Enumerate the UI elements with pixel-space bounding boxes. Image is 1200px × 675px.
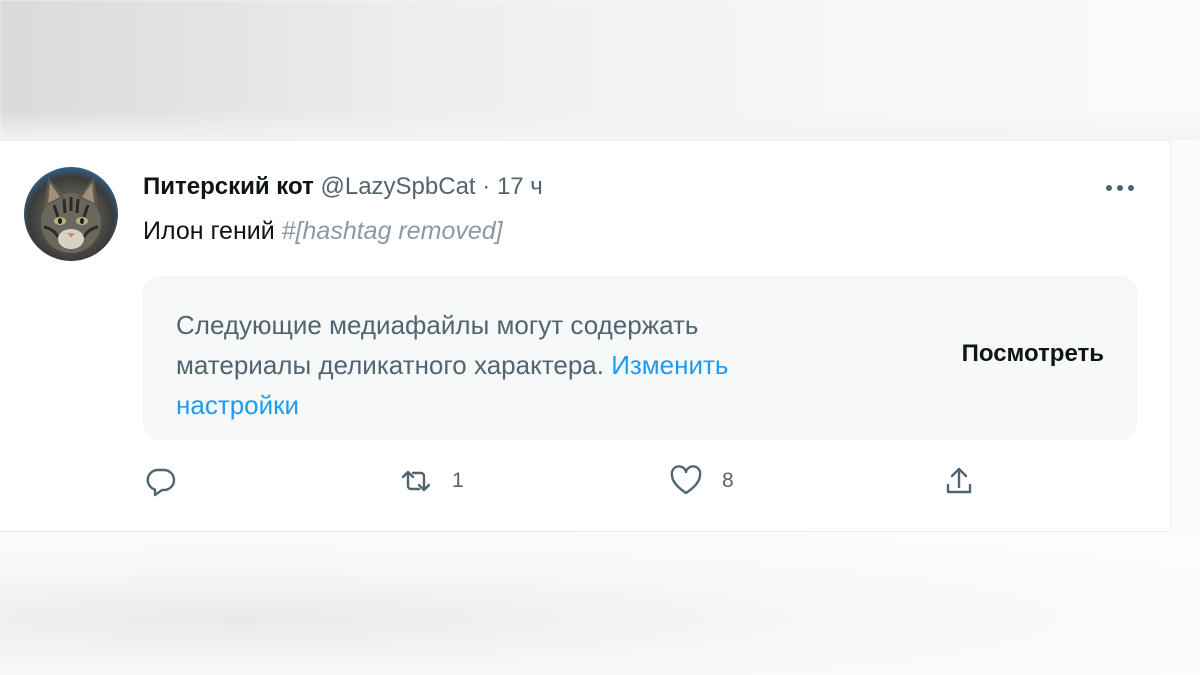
- share-button[interactable]: [941, 463, 977, 499]
- tweet-text: Илон гений #[hashtag removed]: [143, 217, 503, 246]
- user-handle[interactable]: @LazySpbCat: [320, 173, 475, 200]
- blurred-background-bottom: [0, 535, 1200, 675]
- retweet-button[interactable]: 1: [398, 463, 464, 499]
- heart-icon: [668, 463, 704, 499]
- view-media-button[interactable]: Посмотреть: [962, 340, 1104, 368]
- blurred-background-top: [0, 0, 1200, 140]
- reply-icon: [143, 463, 179, 499]
- separator-dot: ·: [482, 173, 491, 200]
- like-count: 8: [722, 469, 734, 492]
- more-horizontal-icon: [1102, 170, 1138, 206]
- avatar[interactable]: [24, 167, 118, 261]
- retweet-count: 1: [452, 469, 464, 492]
- tweet-header: Питерский кот @LazySpbCat · 17 ч: [143, 173, 543, 201]
- share-icon: [941, 463, 977, 499]
- tweet-body: Илон гений: [143, 217, 275, 245]
- timestamp[interactable]: 17 ч: [497, 173, 543, 200]
- like-button[interactable]: 8: [668, 463, 734, 499]
- tweet-actions: 1 8: [143, 463, 983, 507]
- more-options-button[interactable]: [1100, 175, 1140, 201]
- reply-button[interactable]: [143, 463, 179, 499]
- hashtag-link[interactable]: #[hashtag removed]: [282, 217, 503, 245]
- sensitive-media-warning: Следующие медиафайлы могут содержать мат…: [143, 276, 1137, 440]
- retweet-icon: [398, 463, 434, 499]
- display-name[interactable]: Питерский кот: [143, 173, 314, 200]
- warning-text: Следующие медиафайлы могут содержать мат…: [176, 305, 836, 425]
- tweet-card[interactable]: Питерский кот @LazySpbCat · 17 ч Илон ге…: [0, 140, 1171, 532]
